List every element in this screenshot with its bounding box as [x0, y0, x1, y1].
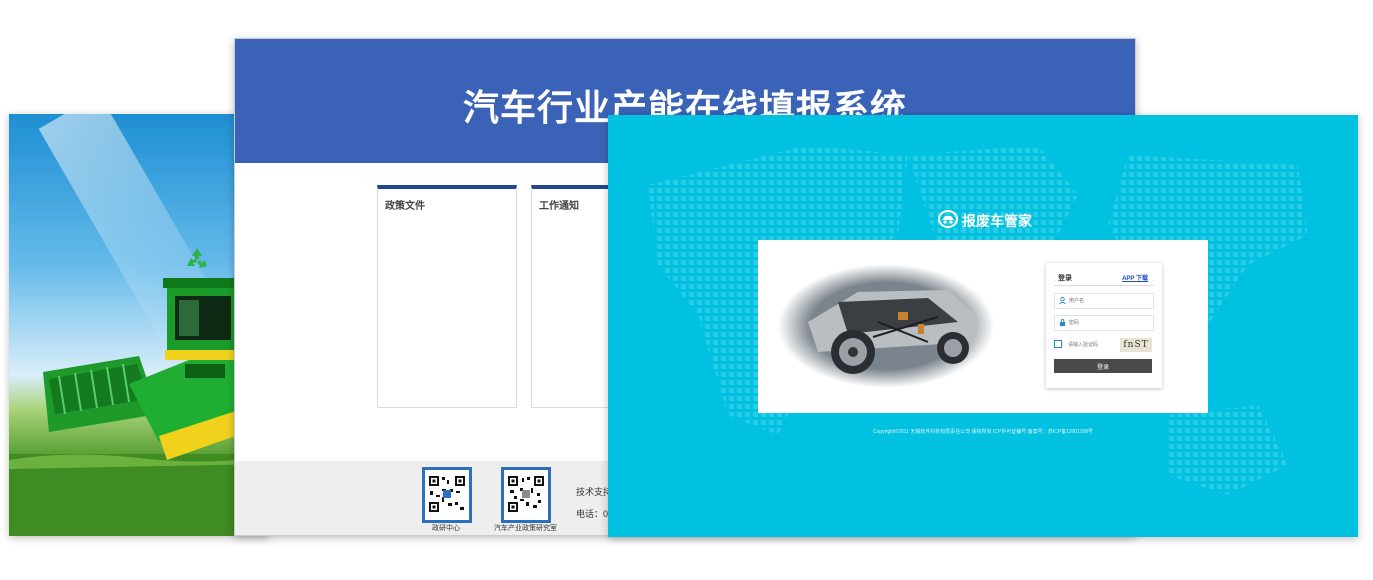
login-form: 登录 APP 下载 fnST 登录: [1046, 263, 1162, 388]
qr-label: 汽车产业政策研究室: [494, 525, 557, 532]
captcha-input[interactable]: [1068, 338, 1116, 352]
scrap-car-login-panel: 报废车管家 登录 APP 下载 用户名 请输入验证码 fnST 登录 Copyr…: [608, 115, 1358, 537]
qr-code-icon: [428, 475, 466, 513]
qr-code-icon: [507, 475, 545, 513]
policy-documents-card[interactable]: 政策文件: [377, 185, 517, 408]
login-button[interactable]: 登录: [1054, 359, 1152, 373]
app-download-link[interactable]: APP 下载: [1122, 273, 1148, 282]
username-input[interactable]: [1069, 294, 1149, 308]
lock-icon: [1059, 319, 1066, 326]
car-chassis-photo: [778, 264, 994, 388]
qr-code-research-center[interactable]: [422, 467, 472, 523]
login-card: 登录 APP 下载 fnST 登录: [758, 240, 1208, 413]
card-title: 政策文件: [385, 201, 425, 212]
divider: [1054, 285, 1154, 286]
tech-support-text: 技术支持: [576, 487, 613, 497]
captcha-checkbox[interactable]: [1054, 340, 1062, 348]
car-logo-icon: [938, 210, 958, 228]
user-icon: [1059, 297, 1066, 304]
qr-code-policy-office[interactable]: [501, 467, 551, 523]
login-title: 登录: [1058, 275, 1072, 282]
captcha-row: fnST: [1054, 338, 1152, 352]
harvester-illustration: [9, 278, 269, 536]
captcha-image[interactable]: fnST: [1120, 338, 1152, 352]
qr-label: 政研中心: [432, 525, 460, 532]
copyright-text: Copyright©2011 无锡软件科技有限责任公司 版权所有 ICP许可证编…: [873, 429, 1093, 435]
farm-panel: [9, 114, 269, 536]
username-field[interactable]: [1054, 293, 1154, 309]
password-input[interactable]: [1069, 316, 1149, 330]
password-field[interactable]: [1054, 315, 1154, 331]
card-title: 工作通知: [539, 201, 579, 212]
brand-name: 报废车管家: [962, 213, 1032, 229]
